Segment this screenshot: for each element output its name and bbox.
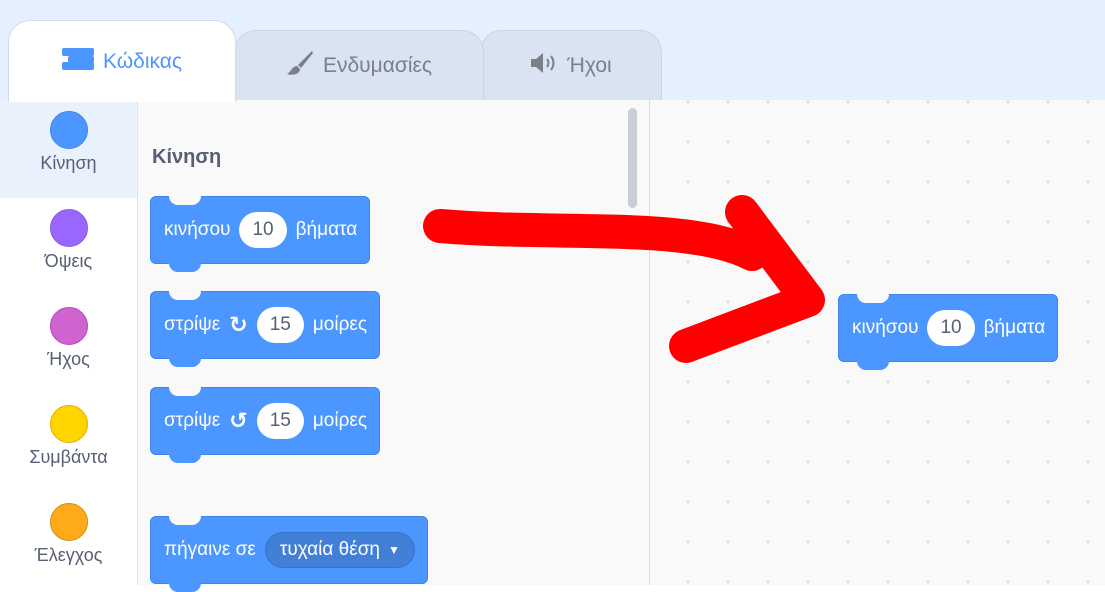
category-sound[interactable]: Ήχος [0,296,137,394]
workspace-move-block-label: κινήσου [852,317,919,338]
turn-right-degrees-input[interactable]: 15 [256,307,304,343]
goto-target-dropdown[interactable]: τυχαία θέση ▼ [264,532,415,568]
turn-left-block-label: στρίψε [164,410,221,431]
goto-block-label: πήγαινε σε [164,539,256,560]
editor-tab-bar: Κώδικας Ενδυμασίες Ήχοι [0,0,1105,102]
rotate-counterclockwise-icon: ↺ [229,408,248,433]
palette-scrollbar[interactable] [628,108,637,208]
category-looks[interactable]: Όψεις [0,198,137,296]
move-steps-block[interactable]: κινήσου 10 βήματα [150,196,371,272]
paintbrush-icon [286,50,314,82]
control-category-dot-icon [49,503,88,541]
tab-code-label: Κώδικας [102,49,182,73]
category-control[interactable]: Έλεγχος [0,492,137,590]
category-sound-label: Ήχος [47,349,90,369]
move-block-unit: βήματα [295,219,358,240]
turn-left-degrees-input[interactable]: 15 [256,403,304,439]
move-block-label: κινήσου [164,219,231,240]
rotate-clockwise-icon: ↻ [229,312,248,337]
workspace-move-steps-input[interactable]: 10 [927,310,975,346]
workspace-move-steps-block[interactable]: κινήσου 10 βήματα [838,294,1059,370]
tab-sounds[interactable]: Ήχοι [480,30,662,100]
tab-costumes[interactable]: Ενδυμασίες [234,30,484,100]
block-palette: Κίνηση κινήσου 10 βήματα στρίψε ↻ 15 μοί… [138,100,650,592]
looks-category-dot-icon [49,209,88,247]
events-category-dot-icon [49,405,88,443]
category-motion-label: Κίνηση [40,153,97,173]
code-blocks-icon [61,47,94,76]
category-events[interactable]: Συμβάντα [0,394,137,492]
motion-category-dot-icon [49,111,88,149]
turn-left-block[interactable]: στρίψε ↺ 15 μοίρες [150,387,381,463]
turn-right-block-unit: μοίρες [312,314,368,335]
category-looks-label: Όψεις [44,251,93,271]
tab-code[interactable]: Κώδικας [8,20,236,102]
category-events-label: Συμβάντα [29,447,108,467]
tab-costumes-label: Ενδυμασίες [322,53,433,77]
workspace-move-block-unit: βήματα [983,317,1046,338]
category-control-label: Έλεγχος [34,545,103,565]
code-workspace[interactable]: κινήσου 10 βήματα [650,100,1105,585]
turn-right-block[interactable]: στρίψε ↻ 15 μοίρες [150,291,381,367]
category-menu: Κίνηση Όψεις Ήχος Συμβάντα Έλεγχος [0,100,138,585]
speaker-icon [530,52,558,80]
goto-target-value: τυχαία θέση [279,539,380,560]
category-motion[interactable]: Κίνηση [0,100,137,198]
palette-section-title: Κίνηση [152,146,222,168]
dropdown-caret-icon: ▼ [388,543,400,557]
tab-sounds-label: Ήχοι [567,53,612,77]
move-steps-input[interactable]: 10 [239,212,287,248]
goto-block[interactable]: πήγαινε σε τυχαία θέση ▼ [150,516,428,592]
turn-left-block-unit: μοίρες [312,410,368,431]
turn-right-block-label: στρίψε [164,314,221,335]
sound-category-dot-icon [49,307,88,345]
